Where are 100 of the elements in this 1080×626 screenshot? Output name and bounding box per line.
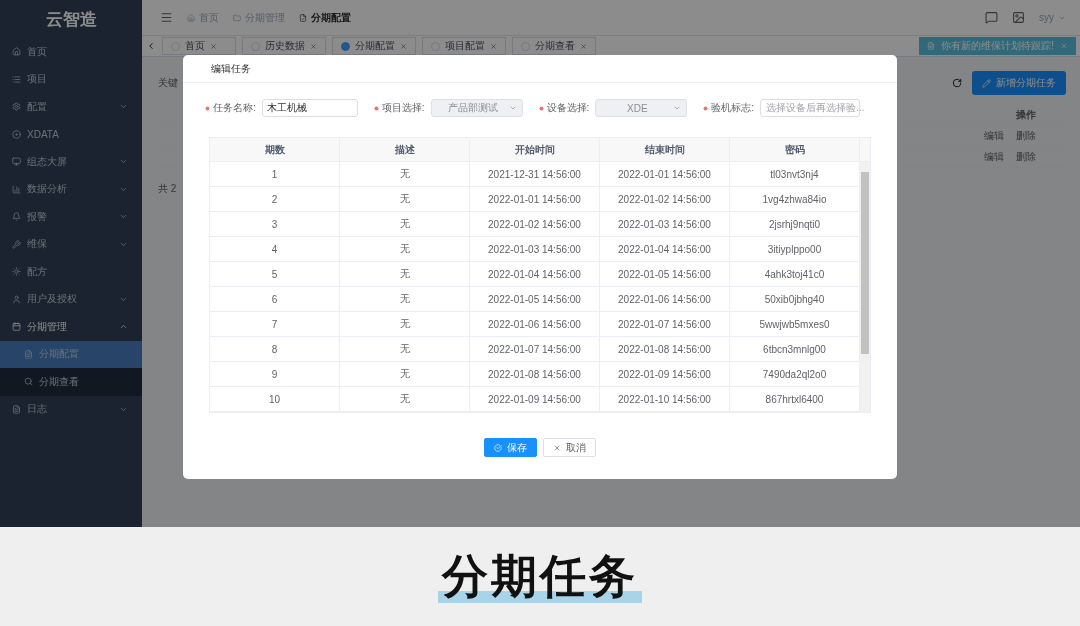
sidebar-item[interactable]: 配置 (0, 93, 142, 121)
menu-item-icon (12, 74, 21, 84)
table-cell: 2022-01-02 14:56:00 (470, 212, 600, 236)
table-cell: 2022-01-01 14:56:00 (470, 187, 600, 211)
table-cell: 9 (210, 362, 340, 386)
table-cell: 10 (210, 387, 340, 411)
folder-icon (233, 13, 241, 22)
chevron-left-icon[interactable] (146, 41, 156, 51)
page-tab[interactable]: 分期查看 (512, 37, 596, 55)
table-cell: 2022-01-05 14:56:00 (600, 262, 730, 286)
sidebar-item[interactable]: 数据分析 (0, 175, 142, 203)
menu-icon[interactable] (160, 11, 173, 24)
input-field[interactable]: 木工机械 (261, 99, 358, 117)
sidebar-item[interactable]: 首页 (0, 38, 142, 66)
notification-text: 你有新的维保计划待跟踪! (941, 39, 1054, 53)
table-cell: 2022-01-04 14:56:00 (600, 237, 730, 261)
breadcrumb-item[interactable]: 分期配置 (311, 10, 351, 25)
pencil-icon (982, 78, 991, 88)
sidebar-item[interactable]: 项目 (0, 65, 142, 93)
table-cell: 8 (210, 337, 340, 361)
field-label: 项目选择: (381, 101, 425, 115)
table-cell: 2022-01-03 14:56:00 (600, 212, 730, 236)
sidebar-item[interactable]: 报警 (0, 203, 142, 231)
close-icon[interactable] (400, 42, 407, 50)
table-cell: 2 (210, 187, 340, 211)
sidebar-item[interactable]: 分期管理 (0, 313, 142, 341)
menu-item-icon (12, 404, 21, 414)
action-link[interactable]: 删除 (1016, 150, 1036, 164)
sidebar-item[interactable]: XDATA (0, 120, 142, 148)
table-cell: 无 (340, 287, 470, 311)
document-icon (927, 42, 936, 50)
sidebar-item[interactable]: 日志 (0, 395, 142, 423)
scrollbar[interactable] (860, 162, 870, 412)
page-tab[interactable]: 分期配置 (332, 37, 416, 55)
check-circle-icon (494, 443, 502, 452)
close-icon[interactable] (310, 42, 317, 50)
table-cell: 2022-01-01 14:56:00 (600, 162, 730, 186)
table-cell: 无 (340, 312, 470, 336)
menu-item-icon (12, 239, 21, 249)
sidebar-item[interactable]: 维保 (0, 230, 142, 258)
close-icon[interactable] (490, 42, 497, 50)
table-cell: 无 (340, 262, 470, 286)
table-cell: 2022-01-09 14:56:00 (470, 387, 600, 411)
menu-item-icon (12, 267, 21, 277)
table-cell: 2022-01-02 14:56:00 (600, 187, 730, 211)
table-cell: 2022-01-04 14:56:00 (470, 262, 600, 286)
menu-item-icon (12, 102, 21, 112)
action-link[interactable]: 删除 (1016, 129, 1036, 143)
page-tab[interactable]: 项目配置 (422, 37, 506, 55)
sidebar-item[interactable]: 用户及授权 (0, 285, 142, 313)
close-icon (553, 443, 561, 452)
action-link[interactable]: 编辑 (984, 129, 1004, 143)
action-link[interactable]: 编辑 (984, 150, 1004, 164)
close-icon[interactable] (580, 42, 587, 50)
table-cell: 6 (210, 287, 340, 311)
field-label: 设备选择: (546, 101, 590, 115)
menu-item-icon (12, 322, 21, 332)
sidebar-item[interactable]: 配方 (0, 258, 142, 286)
menu-item-icon (12, 184, 21, 194)
table-cell: 无 (340, 237, 470, 261)
menu-item-icon (12, 212, 21, 222)
column-header: 开始时间 (470, 138, 600, 161)
total-count: 共 2 (158, 182, 178, 196)
dialog-title: 编辑任务 (211, 61, 251, 76)
document-icon (299, 13, 307, 22)
filter-label: 关键 (158, 76, 178, 90)
column-header: 期数 (210, 138, 340, 161)
add-task-button[interactable]: 新增分期任务 (972, 71, 1066, 95)
sidebar-item[interactable]: 组态大屏 (0, 148, 142, 176)
save-button[interactable]: 保存 (484, 438, 537, 457)
message-icon[interactable] (985, 11, 998, 24)
table-cell: 无 (340, 212, 470, 236)
close-icon[interactable] (210, 42, 217, 50)
field-label: 验机标志: (711, 101, 755, 115)
column-header: 操作 (1016, 108, 1036, 122)
table-cell: 2022-01-10 14:56:00 (600, 387, 730, 411)
search-icon (24, 377, 33, 387)
menu-item-icon (12, 47, 21, 57)
table-cell: 5 (210, 262, 340, 286)
home-icon (187, 13, 195, 22)
table-cell: 2022-01-06 14:56:00 (600, 287, 730, 311)
menu-item-icon (12, 129, 21, 139)
table-cell: 无 (340, 362, 470, 386)
table-cell: 2022-01-07 14:56:00 (470, 337, 600, 361)
column-header: 描述 (340, 138, 470, 161)
column-header: 结束时间 (600, 138, 730, 161)
table-cell: 7 (210, 312, 340, 336)
table-cell: 无 (340, 187, 470, 211)
table-cell: 2022-01-03 14:56:00 (470, 237, 600, 261)
table-cell: 2022-01-07 14:56:00 (600, 312, 730, 336)
page-tab[interactable]: 首页 (162, 37, 236, 55)
chevron-down-icon (508, 104, 517, 112)
table-cell: 无 (340, 387, 470, 411)
menu-item-icon (12, 157, 21, 167)
table-cell: 无 (340, 337, 470, 361)
cancel-button[interactable]: 取消 (543, 438, 596, 457)
page-tab[interactable]: 历史数据 (242, 37, 326, 55)
sidebar-subitem[interactable]: 分期查看 (0, 368, 142, 396)
refresh-icon[interactable] (952, 78, 962, 88)
app-logo: 云智造 (44, 8, 98, 31)
